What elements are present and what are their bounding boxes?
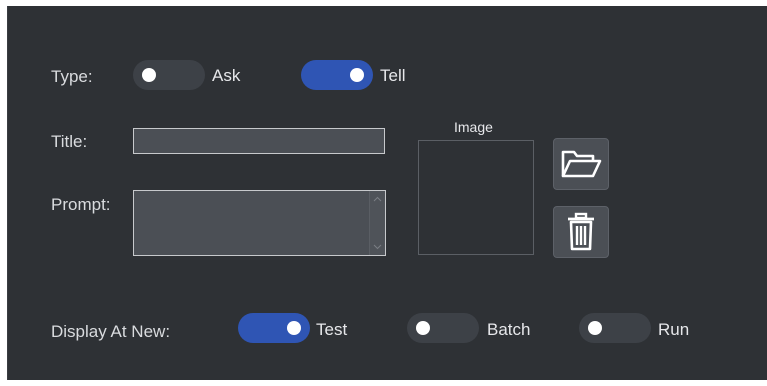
image-label: Image <box>454 119 493 135</box>
display-test-toggle[interactable] <box>238 313 310 343</box>
delete-image-button[interactable] <box>553 206 609 258</box>
panel-bottom-edge <box>7 380 767 386</box>
toggle-knob <box>416 321 430 335</box>
type-tell-label: Tell <box>380 66 406 85</box>
scroll-up-arrow-icon[interactable] <box>373 195 382 204</box>
display-at-new-label: Display At New: <box>51 322 171 341</box>
prompt-scrollbar[interactable] <box>369 191 385 255</box>
display-run-label: Run <box>658 320 690 339</box>
image-preview <box>418 140 534 255</box>
toggle-knob <box>142 68 156 82</box>
scroll-down-arrow-icon[interactable] <box>373 242 382 251</box>
toggle-knob <box>287 321 301 335</box>
prompt-textarea[interactable] <box>133 190 386 256</box>
type-label: Type: <box>51 67 93 86</box>
trash-icon <box>563 211 599 253</box>
toggle-knob <box>588 321 602 335</box>
prompt-label: Prompt: <box>51 195 111 214</box>
display-batch-toggle[interactable] <box>407 313 479 343</box>
open-image-button[interactable] <box>553 138 609 190</box>
display-test-label: Test <box>316 320 348 339</box>
display-run-toggle[interactable] <box>579 313 651 343</box>
title-label: Title: <box>51 132 88 151</box>
display-batch-label: Batch <box>487 320 531 339</box>
type-ask-label: Ask <box>212 66 241 85</box>
type-tell-toggle[interactable] <box>301 60 373 90</box>
title-input[interactable] <box>133 128 385 154</box>
folder-open-icon <box>559 146 603 182</box>
toggle-knob <box>350 68 364 82</box>
type-ask-toggle[interactable] <box>133 60 205 90</box>
